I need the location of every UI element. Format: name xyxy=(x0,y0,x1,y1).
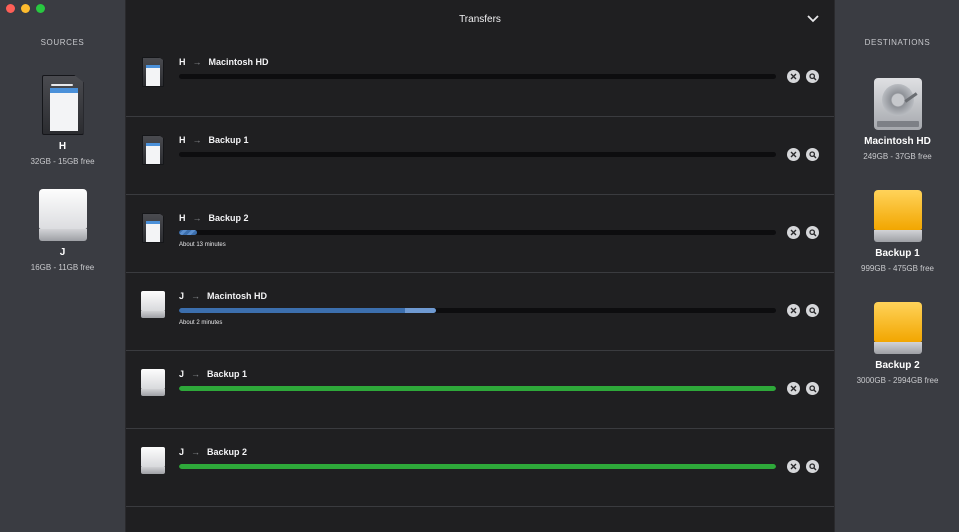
arrow-right-icon: → xyxy=(191,291,201,301)
reveal-button[interactable] xyxy=(806,70,819,83)
device-size: 3000GB - 2994GB free xyxy=(856,376,939,385)
transfer-destination: Backup 2 xyxy=(208,213,249,223)
arrow-right-icon: → xyxy=(192,135,202,145)
destination-device-macintosh-hd[interactable]: Macintosh HD 249GB - 37GB free xyxy=(835,78,959,161)
device-size: 16GB - 11GB free xyxy=(30,263,95,272)
reveal-button[interactable] xyxy=(806,304,819,317)
sd-card-icon xyxy=(142,213,164,243)
minimize-window-button[interactable] xyxy=(21,4,30,13)
progress-bar xyxy=(179,386,776,391)
transfer-route: J → Macintosh HD xyxy=(179,291,267,301)
transfer-destination: Backup 2 xyxy=(207,447,248,457)
internal-hdd-icon xyxy=(873,78,922,130)
transfers-panel: Transfers H → Macintosh HD H → Backup 1 … xyxy=(126,0,834,532)
transfer-route: J → Backup 2 xyxy=(179,447,247,457)
transfer-source: H xyxy=(179,57,186,67)
transfer-source: H xyxy=(179,135,186,145)
window-controls xyxy=(6,4,45,13)
device-size: 249GB - 37GB free xyxy=(863,152,932,161)
transfer-route: H → Backup 2 xyxy=(179,213,249,223)
device-size: 999GB - 475GB free xyxy=(861,264,934,273)
arrow-right-icon: → xyxy=(192,57,202,67)
yellow-disk-icon xyxy=(873,190,922,242)
cancel-button[interactable] xyxy=(787,460,800,473)
external-disk-icon xyxy=(141,291,165,321)
arrow-right-icon: → xyxy=(191,447,201,457)
transfer-row: J → Backup 2 xyxy=(126,428,834,507)
transfer-destination: Backup 1 xyxy=(207,369,248,379)
reveal-button[interactable] xyxy=(806,226,819,239)
reveal-button[interactable] xyxy=(806,460,819,473)
destination-device-backup-1[interactable]: Backup 1 999GB - 475GB free xyxy=(835,190,959,273)
progress-bar xyxy=(179,230,776,235)
window-title: Transfers xyxy=(459,14,501,25)
progress-fill xyxy=(179,308,436,313)
sd-card-icon xyxy=(142,57,164,87)
transfer-row: H → Backup 2 About 13 minutes xyxy=(126,194,834,273)
cancel-button[interactable] xyxy=(787,70,800,83)
transfer-destination: Macintosh HD xyxy=(208,57,269,67)
cancel-button[interactable] xyxy=(787,382,800,395)
yellow-disk-icon xyxy=(873,302,922,354)
progress-bar xyxy=(179,152,776,157)
eta-text: About 13 minutes xyxy=(179,242,226,248)
transfer-row: J → Backup 1 xyxy=(126,350,834,429)
sources-heading: SOURCES xyxy=(40,38,85,47)
transfer-row: H → Macintosh HD xyxy=(126,38,834,117)
magnifier-icon xyxy=(808,150,816,158)
magnifier-icon xyxy=(808,228,816,236)
progress-bar xyxy=(179,74,776,79)
transfer-route: H → Backup 1 xyxy=(179,135,249,145)
progress-bar xyxy=(179,464,776,469)
transfer-route: H → Macintosh HD xyxy=(179,57,269,67)
progress-fill xyxy=(179,230,197,235)
external-disk-icon xyxy=(141,447,165,477)
destinations-sidebar: DESTINATIONS Macintosh HD 249GB - 37GB f… xyxy=(834,0,959,532)
device-name: Backup 1 xyxy=(875,248,920,259)
arrow-right-icon: → xyxy=(192,213,202,223)
transfer-destination: Backup 1 xyxy=(208,135,249,145)
device-name: H xyxy=(58,141,67,152)
source-device-h[interactable]: H 32GB - 15GB free xyxy=(0,75,125,166)
transfer-source: J xyxy=(179,447,185,457)
progress-fill xyxy=(179,386,776,391)
progress-bar xyxy=(179,308,776,313)
destination-device-backup-2[interactable]: Backup 2 3000GB - 2994GB free xyxy=(835,302,959,385)
magnifier-icon xyxy=(808,384,816,392)
transfer-route: J → Backup 1 xyxy=(179,369,247,379)
device-name: Backup 2 xyxy=(875,360,920,371)
destinations-heading: DESTINATIONS xyxy=(864,38,931,47)
progress-fill xyxy=(179,464,776,469)
arrow-right-icon: → xyxy=(191,369,201,379)
sd-card-icon xyxy=(142,135,164,165)
magnifier-icon xyxy=(808,462,816,470)
transfer-destination: Macintosh HD xyxy=(207,291,268,301)
device-name: J xyxy=(59,247,66,258)
transfer-source: J xyxy=(179,369,185,379)
sources-sidebar: SOURCES H 32GB - 15GB free J 16GB - 11GB… xyxy=(0,0,126,532)
zoom-window-button[interactable] xyxy=(36,4,45,13)
close-window-button[interactable] xyxy=(6,4,15,13)
external-disk-icon xyxy=(38,189,87,241)
chevron-down-icon[interactable] xyxy=(806,12,820,26)
cancel-button[interactable] xyxy=(787,226,800,239)
sd-card-icon xyxy=(41,75,84,135)
eta-text: About 2 minutes xyxy=(179,320,223,326)
device-size: 32GB - 15GB free xyxy=(30,157,95,166)
magnifier-icon xyxy=(808,306,816,314)
transfer-source: H xyxy=(179,213,186,223)
transfer-row: J → Macintosh HD About 2 minutes xyxy=(126,272,834,351)
reveal-button[interactable] xyxy=(806,382,819,395)
magnifier-icon xyxy=(808,72,816,80)
external-disk-icon xyxy=(141,369,165,399)
reveal-button[interactable] xyxy=(806,148,819,161)
source-device-j[interactable]: J 16GB - 11GB free xyxy=(0,189,125,272)
cancel-button[interactable] xyxy=(787,304,800,317)
transfer-source: J xyxy=(179,291,185,301)
device-name: Macintosh HD xyxy=(864,136,931,147)
cancel-button[interactable] xyxy=(787,148,800,161)
app-window: SOURCES H 32GB - 15GB free J 16GB - 11GB… xyxy=(0,0,959,532)
transfer-row: H → Backup 1 xyxy=(126,116,834,195)
